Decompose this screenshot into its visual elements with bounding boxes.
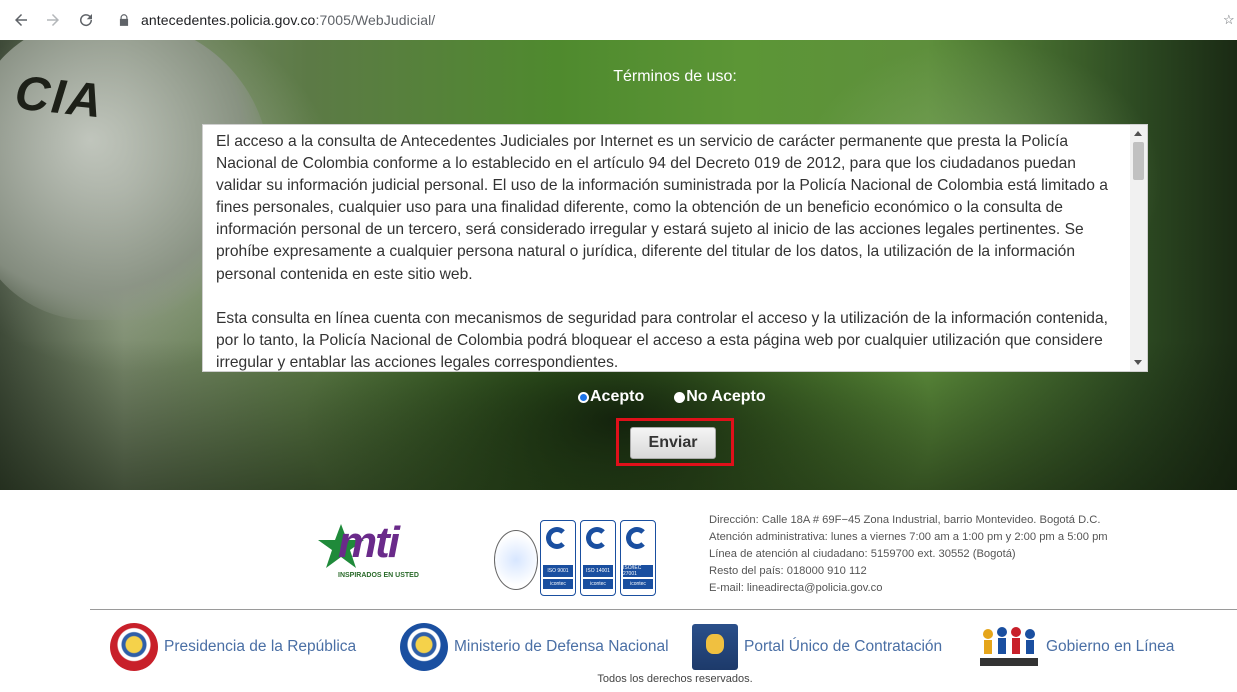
terms-radio-group: Acepto No Acepto [578, 388, 766, 406]
arrow-left-icon [15, 14, 27, 26]
iso-27001-cert: ISO/IEC 27001 icontec [620, 520, 656, 596]
scroll-up-icon[interactable] [1134, 131, 1142, 136]
contact-email[interactable]: E-mail: lineadirecta@policia.gov.co [709, 580, 1149, 597]
bookmark-star-icon[interactable]: ☆ [1223, 12, 1235, 27]
scroll-thumb[interactable] [1133, 142, 1144, 180]
colombia-seal-icon [494, 530, 538, 590]
link-gobierno-en-linea[interactable]: Gobierno en Línea [978, 622, 1174, 672]
footer-divider [90, 609, 1237, 610]
iso-9001-cert: ISO 9001 icontec [540, 520, 576, 596]
icontec-icon [546, 527, 568, 549]
terms-paragraph: El acceso a la consulta de Antecedentes … [216, 133, 1108, 283]
gobierno-en-linea-icon [980, 627, 1038, 666]
browser-toolbar: antecedentes.policia.gov.co:7005/WebJudi… [0, 0, 1237, 41]
forward-button[interactable] [42, 9, 64, 31]
terms-textarea[interactable]: El acceso a la consulta de Antecedentes … [202, 124, 1148, 372]
mintic-logo: mti [338, 518, 400, 567]
iso-14001-cert: ISO 14001 icontec [580, 520, 616, 596]
coat-of-arms-icon [110, 623, 158, 671]
copyright: Todos los derechos reservados. [597, 673, 753, 685]
link-presidencia[interactable]: Presidencia de la República [110, 622, 356, 672]
link-portal-contratacion[interactable]: Portal Único de Contratación [692, 622, 942, 672]
terms-scrollbar[interactable] [1130, 125, 1147, 371]
contact-address: Dirección: Calle 18A # 69F−45 Zona Indus… [709, 514, 1101, 526]
send-button[interactable]: Enviar [630, 427, 716, 459]
terms-text: El acceso a la consulta de Antecedentes … [216, 131, 1116, 371]
mintic-tagline: INSPIRADOS EN USTED [338, 572, 419, 579]
terms-paragraph: Esta consulta en línea cuenta con mecani… [216, 309, 1108, 371]
contact-phone: Línea de atención al ciudadano: 5159700 … [709, 548, 1016, 560]
scroll-down-icon[interactable] [1134, 360, 1142, 365]
reject-label[interactable]: No Acepto [686, 388, 765, 406]
back-button[interactable] [10, 9, 32, 31]
contact-national: Resto del país: 018000 910 112 [709, 565, 867, 577]
icontec-icon [586, 527, 608, 549]
url-text[interactable]: antecedentes.policia.gov.co:7005/WebJudi… [141, 12, 435, 28]
reload-button[interactable] [75, 9, 97, 31]
portal-shield-icon [692, 624, 738, 670]
certifications: ISO 9001 icontec ISO 14001 icontec ISO/I… [494, 520, 659, 598]
arrow-right-icon [47, 14, 59, 26]
coat-of-arms-icon [400, 623, 448, 671]
terms-title: Términos de uso: [613, 68, 737, 85]
icontec-icon [626, 527, 648, 549]
contact-hours: Atención administrativa: lunes a viernes… [709, 531, 1108, 543]
accept-radio[interactable] [578, 391, 589, 403]
lock-icon [119, 14, 129, 26]
contact-info: Dirección: Calle 18A # 69F−45 Zona Indus… [709, 512, 1149, 597]
accept-label[interactable]: Acepto [590, 388, 644, 406]
reload-icon [80, 14, 93, 27]
reject-radio[interactable] [674, 391, 686, 403]
link-ministerio-defensa[interactable]: Ministerio de Defensa Nacional [400, 622, 669, 672]
footer: mti INSPIRADOS EN USTED ISO 9001 icontec… [0, 490, 1237, 692]
address-bar[interactable]: antecedentes.policia.gov.co:7005/WebJudi… [108, 6, 1228, 34]
hero-banner: CIA Términos de uso: El acceso a la cons… [0, 40, 1237, 490]
